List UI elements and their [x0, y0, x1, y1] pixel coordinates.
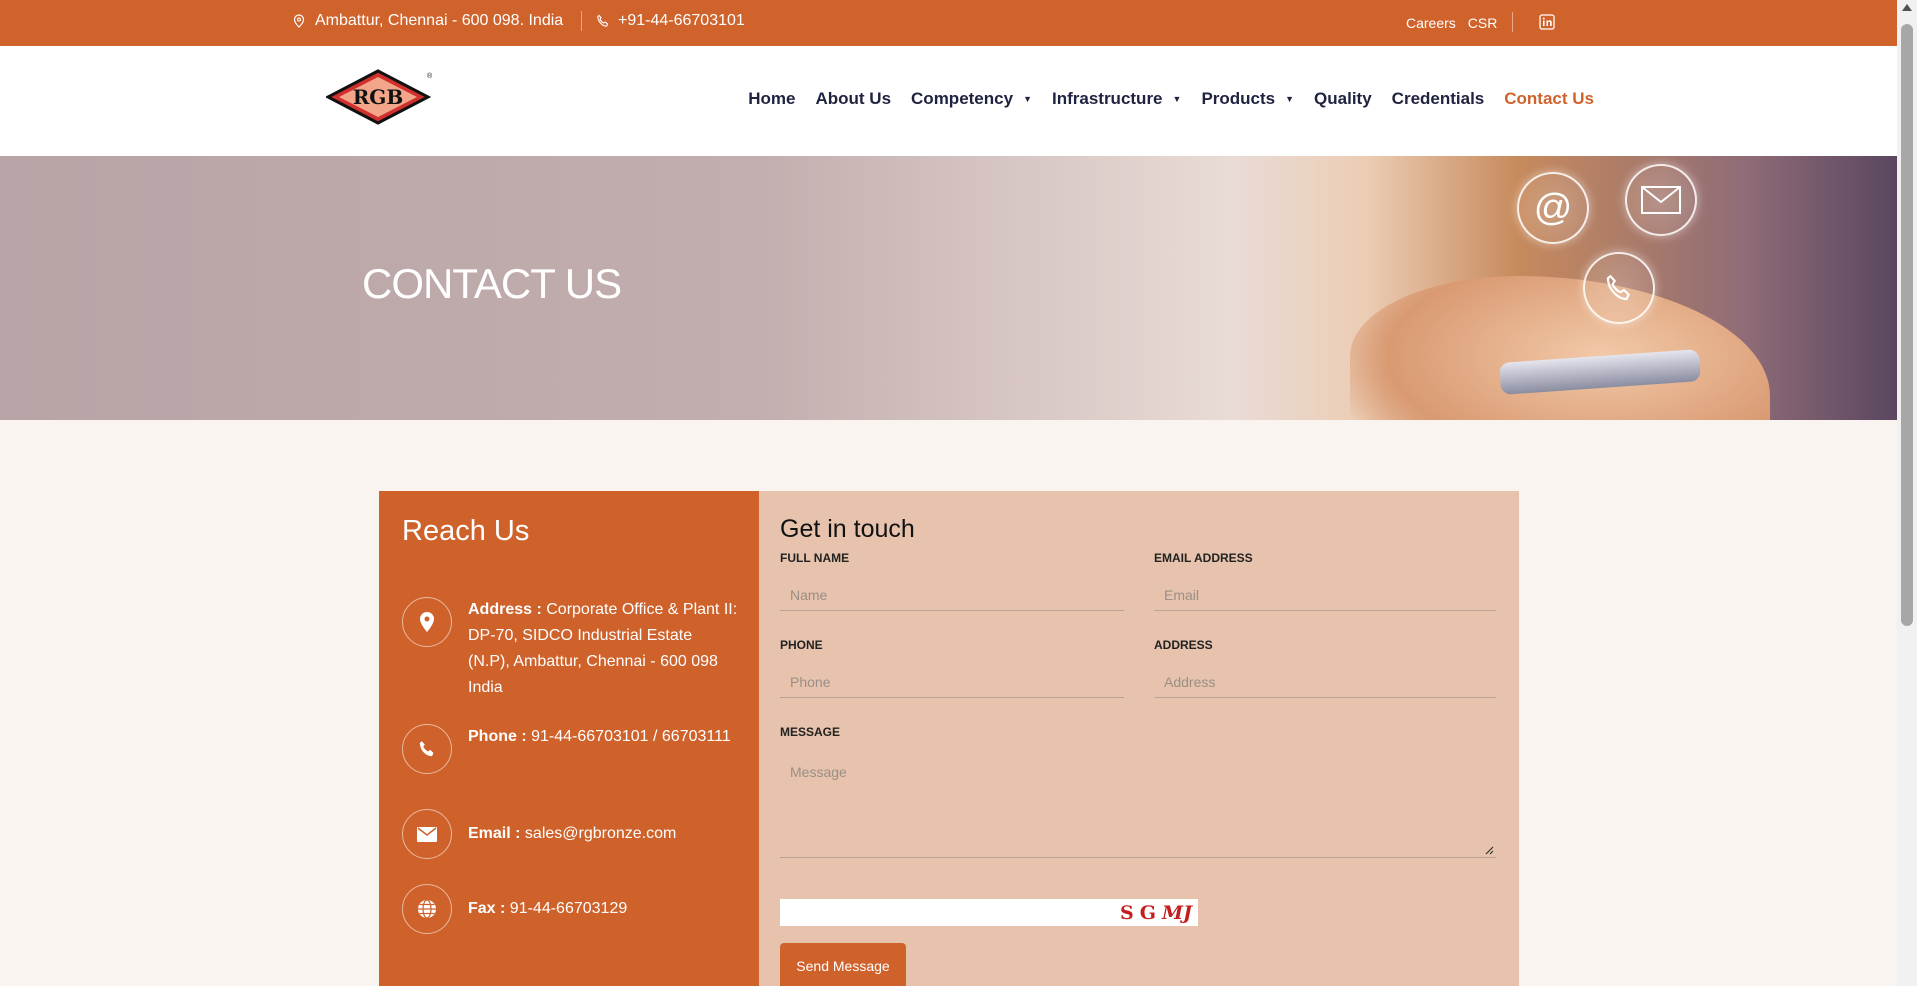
- full-name-input[interactable]: Name: [780, 579, 1124, 611]
- location-pin-icon: [402, 597, 452, 647]
- phone-text: +91-44-66703101: [618, 12, 745, 29]
- address-input[interactable]: Address: [1154, 666, 1496, 698]
- at-icon: @: [1517, 172, 1589, 244]
- phone-label: PHONE: [780, 638, 823, 652]
- email-value[interactable]: sales@rgbronze.com: [525, 825, 676, 842]
- top-bar: Ambattur, Chennai - 600 098. India +91-4…: [0, 0, 1897, 46]
- message-textarea[interactable]: Message: [780, 754, 1496, 858]
- linkedin-icon[interactable]: [1539, 14, 1555, 30]
- scroll-up-arrow-icon[interactable]: [1902, 4, 1912, 11]
- scrollbar-thumb[interactable]: [1901, 24, 1913, 626]
- fax-label: Fax :: [468, 900, 506, 917]
- caret-down-icon: ▼: [1285, 94, 1295, 104]
- reach-us-panel: Reach Us Address : Corporate Office & Pl…: [379, 491, 759, 986]
- divider: [581, 11, 582, 31]
- email-input[interactable]: Email: [1154, 579, 1496, 611]
- location-info: Ambattur, Chennai - 600 098. India: [293, 12, 563, 30]
- mail-icon: [1625, 164, 1697, 236]
- address-label: Address :: [468, 601, 542, 618]
- nav-quality[interactable]: Quality: [1314, 89, 1372, 109]
- email-item: Email : sales@rgbronze.com: [402, 809, 738, 859]
- hero-hand-image: [1350, 276, 1770, 420]
- caret-down-icon: ▼: [1023, 94, 1032, 104]
- site-header: RGB ® Home About Us Competency ▼ Infrastr…: [0, 46, 1897, 156]
- address-label: ADDRESS: [1154, 638, 1213, 652]
- send-message-button[interactable]: Send Message: [780, 943, 906, 986]
- globe-icon: [402, 884, 452, 934]
- phone-label: Phone :: [468, 728, 527, 745]
- email-label: Email :: [468, 825, 521, 842]
- fax-value: 91-44-66703129: [509, 900, 628, 917]
- captcha-image: S G MJ: [1114, 899, 1198, 926]
- fax-item: Fax : 91-44-66703129: [402, 884, 738, 934]
- phone-icon: [402, 724, 452, 774]
- nav-contact-us[interactable]: Contact Us: [1504, 89, 1594, 109]
- reach-us-title: Reach Us: [402, 515, 530, 547]
- nav-about-us[interactable]: About Us: [815, 89, 891, 109]
- csr-link[interactable]: CSR: [1468, 15, 1498, 31]
- phone-input[interactable]: Phone: [780, 666, 1124, 698]
- divider: [1512, 12, 1513, 32]
- company-logo[interactable]: RGB ®: [326, 68, 432, 126]
- form-title: Get in touch: [780, 515, 915, 543]
- envelope-icon: [402, 809, 452, 859]
- main-nav: Home About Us Competency ▼ Infrastructure…: [748, 89, 1594, 109]
- nav-infrastructure[interactable]: Infrastructure ▼: [1052, 89, 1181, 109]
- full-name-label: FULL NAME: [780, 551, 850, 565]
- hero-banner: @ CONTACT US: [0, 156, 1897, 420]
- message-placeholder: Message: [790, 764, 847, 780]
- address-item: Address : Corporate Office & Plant II: D…: [402, 597, 738, 701]
- nav-credentials[interactable]: Credentials: [1392, 89, 1485, 109]
- phone-info[interactable]: +91-44-66703101: [596, 12, 745, 30]
- location-pin-icon: [293, 14, 305, 28]
- nav-products[interactable]: Products ▼: [1201, 89, 1294, 109]
- page-title: CONTACT US: [362, 260, 622, 307]
- message-label: MESSAGE: [780, 725, 841, 739]
- email-address-label: EMAIL ADDRESS: [1154, 551, 1253, 565]
- nav-home[interactable]: Home: [748, 89, 795, 109]
- phone-item: Phone : 91-44-66703101 / 66703111: [402, 724, 738, 774]
- nav-competency[interactable]: Competency ▼: [911, 89, 1032, 109]
- top-links: Careers CSR: [1406, 15, 1497, 31]
- contact-form: Get in touch FULL NAME Name EMAIL ADDRES…: [759, 491, 1519, 986]
- logo-registered-mark: ®: [427, 72, 432, 80]
- resize-handle-icon[interactable]: [1484, 845, 1494, 855]
- phone-icon: [597, 14, 609, 27]
- address-country: India: [468, 679, 503, 696]
- captcha-input[interactable]: [780, 899, 1114, 926]
- caret-down-icon: ▼: [1172, 94, 1182, 104]
- careers-link[interactable]: Careers: [1406, 15, 1456, 31]
- phone-icon: [1583, 252, 1655, 324]
- location-text: Ambattur, Chennai - 600 098. India: [315, 12, 564, 29]
- logo-text: RGB: [353, 85, 404, 109]
- scrollbar[interactable]: [1897, 0, 1917, 986]
- phone-value[interactable]: 91-44-66703101 / 66703111: [531, 728, 731, 745]
